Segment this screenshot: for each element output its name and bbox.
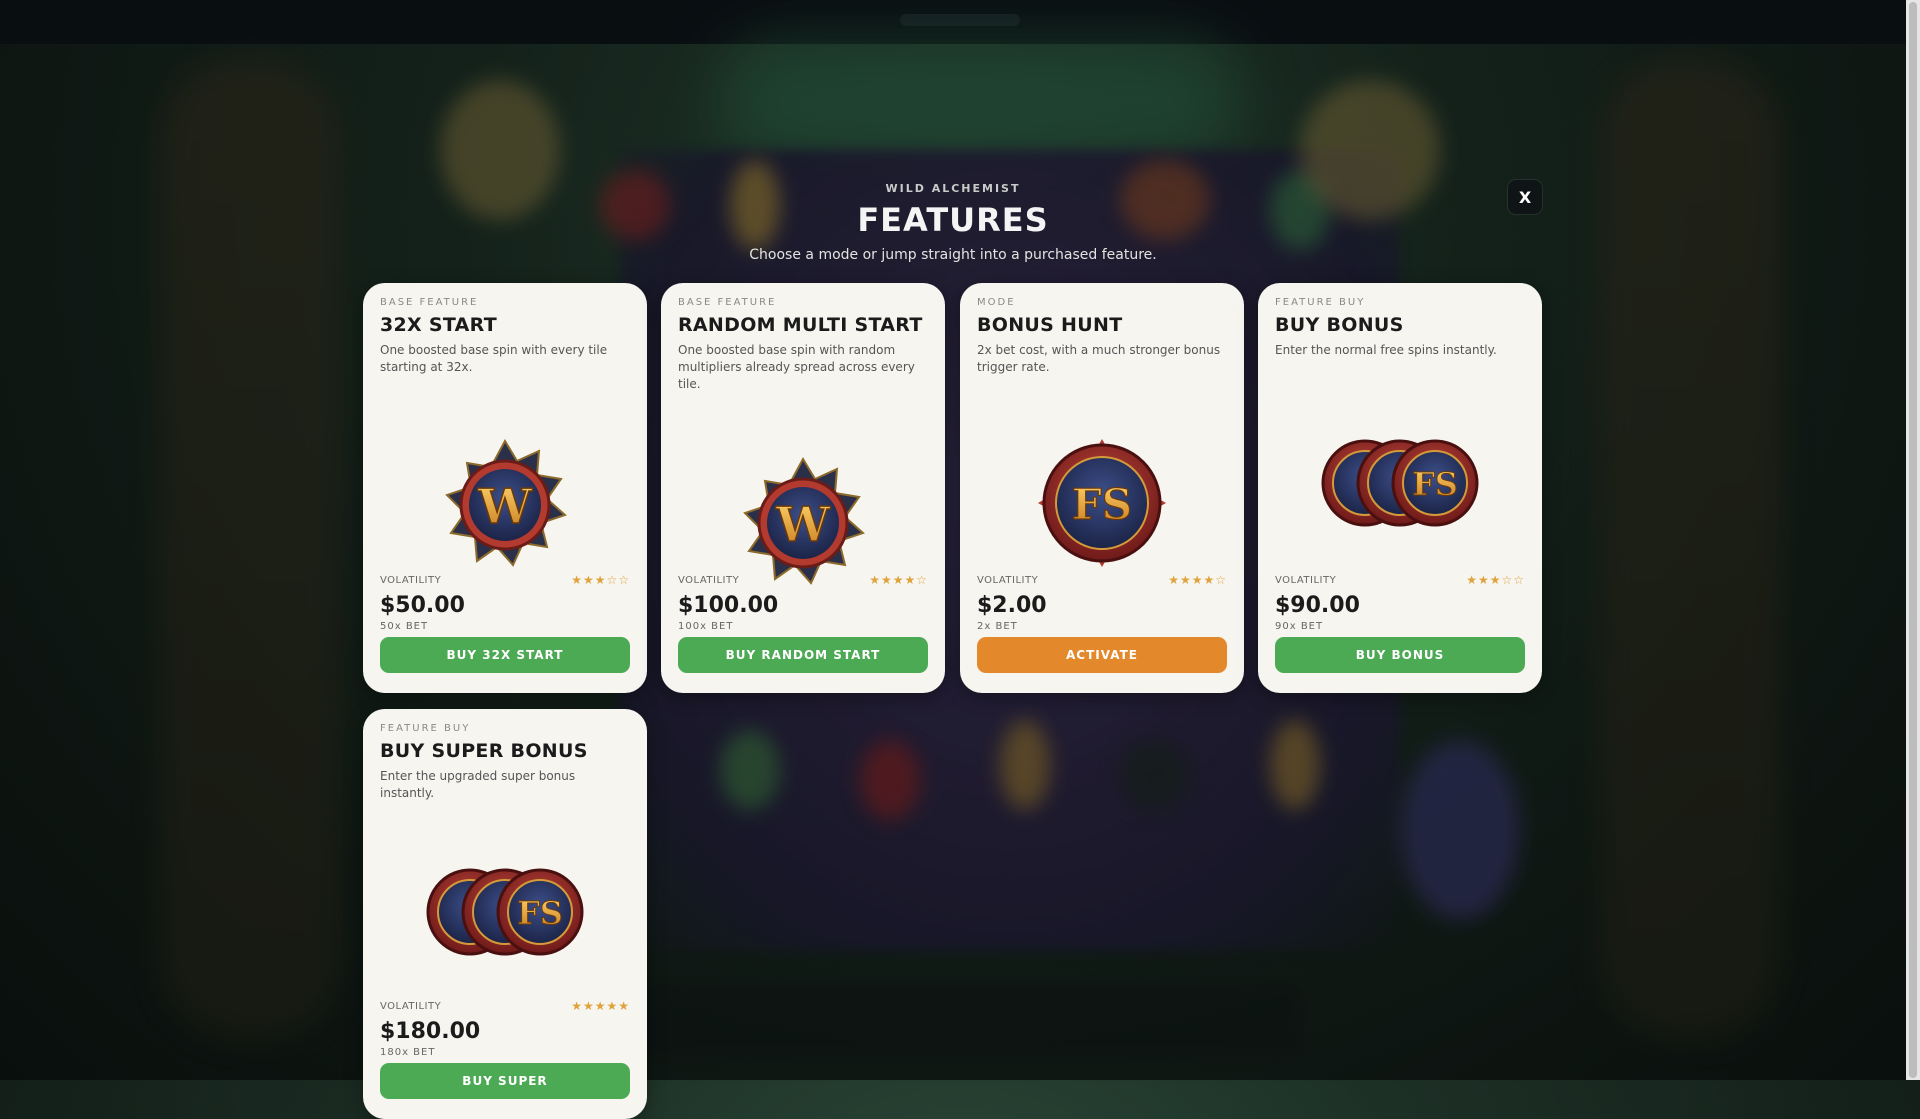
volatility-row: VOLATILITY ★★★☆☆ — [1275, 573, 1525, 587]
card-price: $90.00 — [1275, 593, 1360, 618]
fs-coin-icon: FS — [1038, 439, 1166, 567]
w-badge-icon: W — [743, 456, 865, 585]
page-title: FEATURES — [857, 201, 1049, 239]
volatility-label: VOLATILITY — [678, 574, 740, 586]
page-subtitle: Choose a mode or jump straight into a pu… — [749, 247, 1157, 263]
card-art: FS — [363, 812, 647, 1012]
card-title: BUY BONUS — [1275, 314, 1404, 336]
card-description: 2x bet cost, with a much stronger bonus … — [977, 343, 1221, 374]
card-bet-multiplier: 100x BET — [678, 621, 734, 632]
card-price: $100.00 — [678, 593, 779, 618]
volatility-label: VOLATILITY — [977, 574, 1039, 586]
game-name: WILD ALCHEMIST — [885, 182, 1021, 195]
feature-card-random-multi-start: BASE FEATURE RANDOM MULTI START One boos… — [661, 283, 945, 693]
w-badge-icon: W — [445, 438, 567, 567]
card-art: FS — [1258, 383, 1542, 583]
card-price: $2.00 — [977, 593, 1047, 618]
volatility-row: VOLATILITY ★★★★☆ — [977, 573, 1227, 587]
buy-random-start-button[interactable]: BUY RANDOM START — [678, 637, 928, 673]
card-bet-multiplier: 90x BET — [1275, 621, 1324, 632]
card-bet-multiplier: 180x BET — [380, 1047, 436, 1058]
card-title: BONUS HUNT — [977, 314, 1123, 336]
card-kicker: BASE FEATURE — [678, 297, 777, 308]
card-description: One boosted base spin with random multip… — [678, 343, 915, 391]
svg-text:FS: FS — [517, 894, 563, 932]
buy-bonus-button[interactable]: BUY BONUS — [1275, 637, 1525, 673]
card-kicker: FEATURE BUY — [1275, 297, 1366, 308]
buy-32x-start-button[interactable]: BUY 32X START — [380, 637, 630, 673]
svg-text:FS: FS — [1412, 465, 1458, 503]
volatility-stars: ★★★★★ — [571, 999, 630, 1013]
feature-card-buy-bonus: FEATURE BUY BUY BONUS Enter the normal f… — [1258, 283, 1542, 693]
volatility-stars: ★★★★☆ — [869, 573, 928, 587]
close-button[interactable]: X — [1508, 180, 1542, 214]
card-kicker: MODE — [977, 297, 1016, 308]
svg-text:FS: FS — [1072, 480, 1132, 529]
volatility-label: VOLATILITY — [1275, 574, 1337, 586]
volatility-stars: ★★★★☆ — [1168, 573, 1227, 587]
feature-card-bonus-hunt: MODE BONUS HUNT 2x bet cost, with a much… — [960, 283, 1244, 693]
card-title: BUY SUPER BONUS — [380, 740, 588, 762]
card-title: RANDOM MULTI START — [678, 314, 923, 336]
fs-coin-stack-icon: FS — [1321, 439, 1479, 527]
scrollbar-thumb[interactable] — [1909, 2, 1917, 1078]
volatility-row: VOLATILITY ★★★☆☆ — [380, 573, 630, 587]
svg-text:W: W — [477, 479, 533, 535]
scrollbar[interactable] — [1906, 0, 1920, 1080]
feature-card-32x-start: BASE FEATURE 32X START One boosted base … — [363, 283, 647, 693]
volatility-row: VOLATILITY ★★★★★ — [380, 999, 630, 1013]
card-description: One boosted base spin with every tile st… — [380, 343, 608, 374]
volatility-label: VOLATILITY — [380, 574, 442, 586]
fs-coin-stack-icon: FS — [426, 868, 584, 956]
feature-card-buy-super-bonus: FEATURE BUY BUY SUPER BONUS Enter the up… — [363, 709, 647, 1119]
activate-button[interactable]: ACTIVATE — [977, 637, 1227, 673]
volatility-row: VOLATILITY ★★★★☆ — [678, 573, 928, 587]
card-bet-multiplier: 2x BET — [977, 621, 1018, 632]
card-kicker: FEATURE BUY — [380, 723, 471, 734]
buy-super-button[interactable]: BUY SUPER — [380, 1063, 630, 1099]
volatility-stars: ★★★☆☆ — [1466, 573, 1525, 587]
card-title: 32X START — [380, 314, 498, 336]
svg-text:W: W — [775, 497, 831, 553]
card-bet-multiplier: 50x BET — [380, 621, 429, 632]
volatility-stars: ★★★☆☆ — [571, 573, 630, 587]
card-price: $50.00 — [380, 593, 465, 618]
volatility-label: VOLATILITY — [380, 1000, 442, 1012]
card-price: $180.00 — [380, 1019, 481, 1044]
card-kicker: BASE FEATURE — [380, 297, 479, 308]
card-art: W — [661, 421, 945, 621]
features-header: WILD ALCHEMIST FEATURES Choose a mode or… — [0, 182, 1906, 263]
